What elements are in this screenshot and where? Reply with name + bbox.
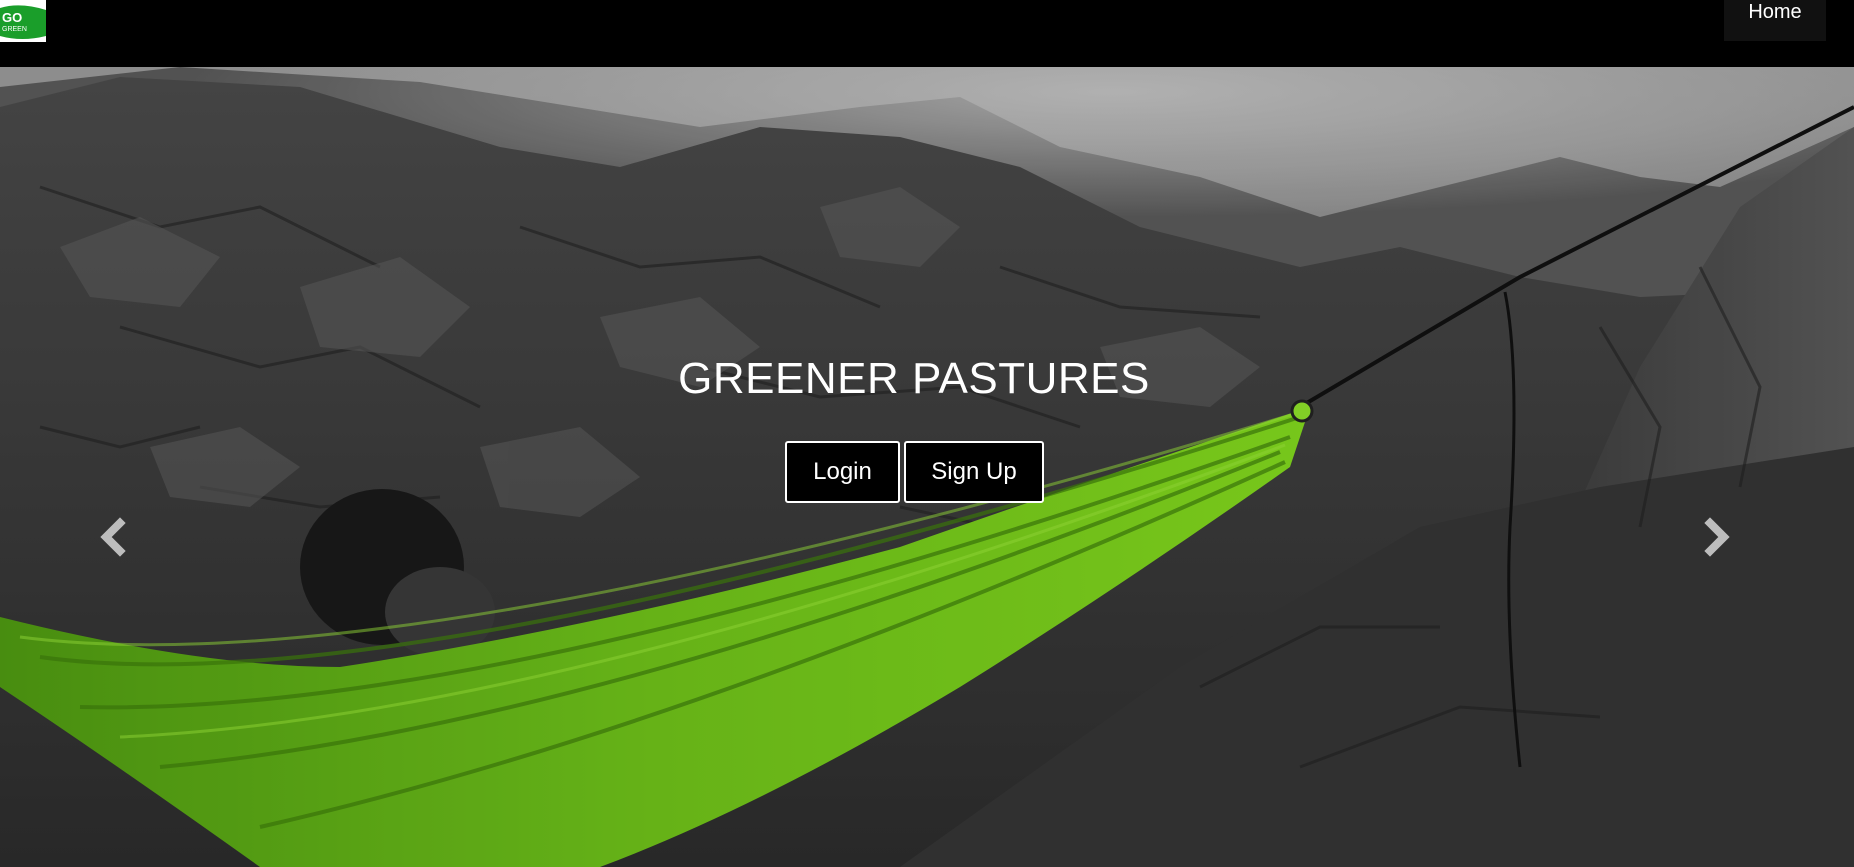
svg-text:GREEN: GREEN bbox=[2, 26, 27, 33]
hero-title: GREENER PASTURES bbox=[678, 354, 1150, 403]
navbar: GO GREEN Home bbox=[0, 0, 1854, 67]
signup-button[interactable]: Sign Up bbox=[904, 441, 1044, 503]
logo[interactable]: GO GREEN bbox=[0, 0, 46, 42]
carousel-next-button[interactable] bbox=[1698, 507, 1738, 567]
chevron-left-icon bbox=[100, 517, 126, 557]
go-green-logo-icon: GO GREEN bbox=[0, 0, 46, 42]
svg-text:GO: GO bbox=[2, 10, 22, 25]
hero-carousel: GREENER PASTURES Login Sign Up bbox=[0, 67, 1854, 867]
carousel-prev-button[interactable] bbox=[92, 507, 132, 567]
nav-home-link[interactable]: Home bbox=[1724, 0, 1826, 41]
login-button[interactable]: Login bbox=[785, 441, 900, 503]
chevron-right-icon bbox=[1704, 517, 1730, 557]
